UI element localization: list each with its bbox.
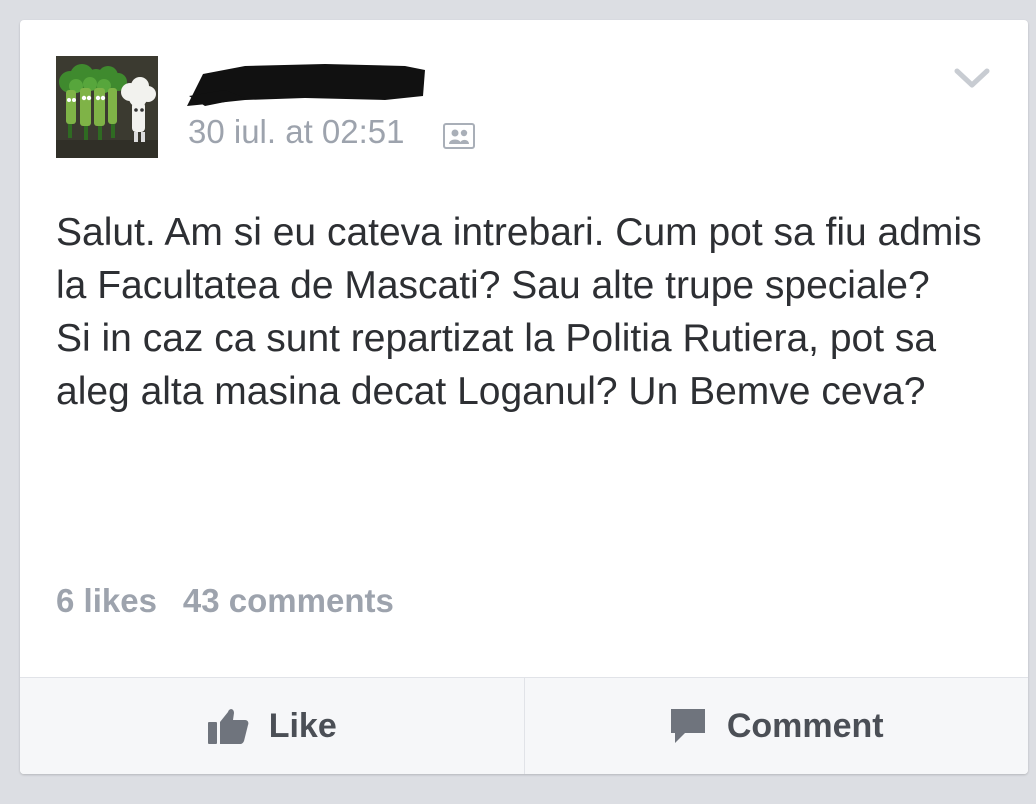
post-timestamp[interactable]: 30 iul. at 02:51: [188, 113, 405, 151]
likes-count[interactable]: 6 likes: [56, 582, 157, 620]
comment-label: Comment: [726, 706, 884, 745]
like-label: Like: [268, 706, 337, 745]
comment-button[interactable]: Comment: [523, 678, 1029, 774]
comments-count[interactable]: 43 comments: [183, 582, 394, 620]
post-actions-bar: Like Comment: [20, 677, 1028, 774]
comment-bubble-icon: [670, 709, 705, 743]
post-options-chevron-icon[interactable]: [954, 66, 990, 90]
group-audience-icon: [442, 119, 475, 149]
post-meta: 30 iul. at 02:51: [188, 112, 475, 152]
thumbs-up-icon: [207, 709, 249, 744]
post-body-text: Salut. Am si eu cateva intrebari. Cum po…: [56, 211, 982, 413]
like-button[interactable]: Like: [20, 678, 524, 774]
post-stats: 6 likes 43 comments: [56, 582, 394, 620]
broccoli-avatar-image: [56, 56, 158, 158]
redacted-author-name: [187, 64, 425, 106]
post-card: 30 iul. at 02:51 Salut. Am si eu cateva …: [20, 20, 1028, 774]
avatar[interactable]: [56, 56, 158, 158]
